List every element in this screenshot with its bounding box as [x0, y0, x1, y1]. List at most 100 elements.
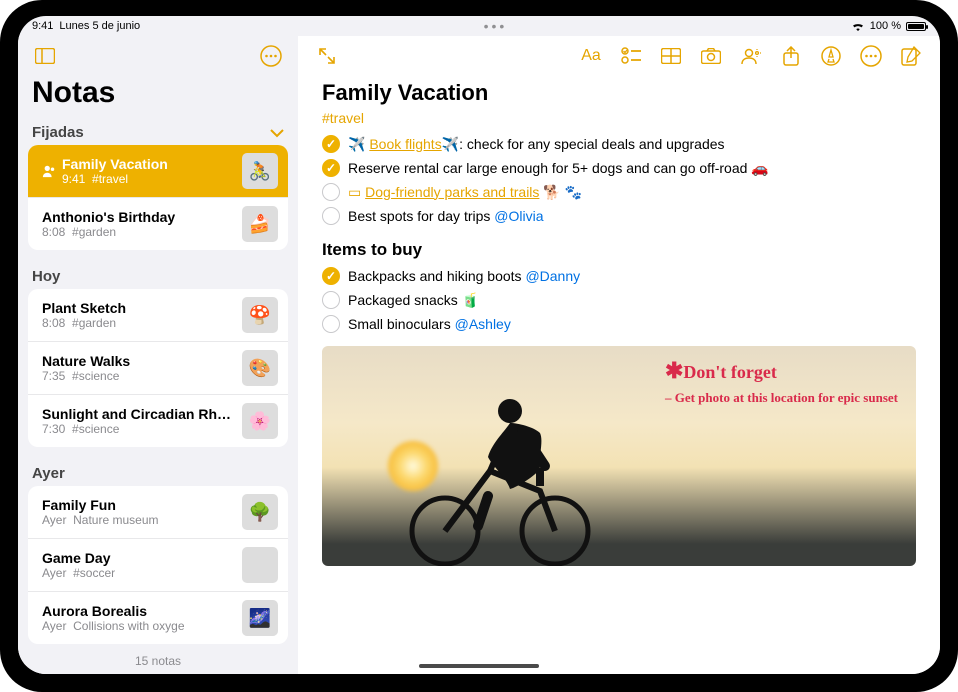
markup-icon[interactable]: [812, 41, 850, 71]
note-list-group: Family Vacation 9:41 #travel 🚴 Anthonio'…: [28, 145, 288, 250]
checklist-text: Packaged snacks 🧃: [348, 292, 479, 309]
check-circle[interactable]: [322, 291, 340, 309]
section-header: Ayer: [18, 459, 298, 486]
note-thumbnail: 🚴: [242, 153, 278, 189]
status-battery-pct: 100 %: [870, 20, 901, 32]
note-list-item[interactable]: Plant Sketch 8:08 #garden 🍄: [28, 289, 288, 342]
note-list-item[interactable]: Nature Walks 7:35 #science 🎨: [28, 342, 288, 395]
note-list-item[interactable]: Family Fun Ayer Nature museum 🌳: [28, 486, 288, 539]
sidebar-footer: 15 notas: [18, 646, 298, 674]
note-thumbnail: [242, 547, 278, 583]
checklist-item[interactable]: ▭ Dog-friendly parks and trails 🐕 🐾: [322, 180, 916, 204]
status-date: Lunes 5 de junio: [59, 20, 140, 32]
note-thumbnail: 🍄: [242, 297, 278, 333]
note-item-title: Sunlight and Circadian Rhy…: [42, 406, 236, 422]
note-list-item[interactable]: Aurora Borealis Ayer Collisions with oxy…: [28, 592, 288, 644]
checklist-item[interactable]: Best spots for day trips @Olivia: [322, 204, 916, 228]
section-header-label: Hoy: [32, 268, 60, 285]
note-pane: Aa: [298, 36, 940, 674]
note-item-title: Anthonio's Birthday: [42, 209, 236, 225]
multitask-dots[interactable]: •••: [140, 18, 851, 34]
ipad-frame: 9:41 Lunes 5 de junio ••• 100 %: [0, 0, 958, 692]
more-options-icon[interactable]: [256, 41, 286, 71]
mention[interactable]: @Olivia: [494, 208, 543, 224]
wifi-icon: [851, 21, 865, 32]
text-format-icon[interactable]: Aa: [572, 41, 610, 71]
camera-icon[interactable]: [692, 41, 730, 71]
check-circle[interactable]: [322, 207, 340, 225]
note-thumbnail: 🌸: [242, 403, 278, 439]
cyclist-silhouette: [390, 376, 610, 566]
share-icon[interactable]: [772, 41, 810, 71]
note-hashtag[interactable]: #travel: [322, 110, 916, 126]
screen: 9:41 Lunes 5 de junio ••• 100 %: [18, 16, 940, 674]
checklist-item[interactable]: Reserve rental car large enough for 5+ d…: [322, 156, 916, 180]
sidebar-toggle-icon[interactable]: [30, 41, 60, 71]
check-circle[interactable]: [322, 135, 340, 153]
compose-icon[interactable]: [892, 41, 930, 71]
note-item-title: Aurora Borealis: [42, 603, 236, 619]
checklist-text: Reserve rental car large enough for 5+ d…: [348, 160, 769, 177]
checklist-item[interactable]: ✈️ Book flights✈️: check for any special…: [322, 132, 916, 156]
mention[interactable]: @Danny: [525, 268, 580, 284]
status-time: 9:41: [32, 20, 53, 32]
check-circle[interactable]: [322, 315, 340, 333]
note-thumbnail: 🌳: [242, 494, 278, 530]
note-item-meta: Ayer Nature museum: [42, 513, 236, 527]
note-item-title: Nature Walks: [42, 353, 236, 369]
mention[interactable]: @Ashley: [455, 316, 511, 332]
checklist-text: ✈️ Book flights✈️: check for any special…: [348, 136, 725, 153]
shared-icon: [42, 164, 56, 178]
note-title: Family Vacation: [322, 80, 916, 106]
annotation-sub: – Get photo at this location for epic su…: [665, 390, 898, 406]
checklist-text: Backpacks and hiking boots @Danny: [348, 268, 580, 284]
note-thumbnail: 🌌: [242, 600, 278, 636]
checklist-text: Best spots for day trips @Olivia: [348, 208, 544, 224]
check-circle[interactable]: [322, 183, 340, 201]
note-item-meta: 8:08 #garden: [42, 316, 236, 330]
note-item-title: Game Day: [42, 550, 236, 566]
note-thumbnail: 🍰: [242, 206, 278, 242]
checklist-item[interactable]: Packaged snacks 🧃: [322, 288, 916, 312]
table-icon[interactable]: [652, 41, 690, 71]
checklist-item[interactable]: Backpacks and hiking boots @Danny: [322, 264, 916, 288]
status-bar: 9:41 Lunes 5 de junio ••• 100 %: [18, 16, 940, 36]
note-list-group: Plant Sketch 8:08 #garden 🍄 Nature Walks…: [28, 289, 288, 447]
note-list-item[interactable]: Sunlight and Circadian Rhy… 7:30 #scienc…: [28, 395, 288, 447]
checklist-text: ▭ Dog-friendly parks and trails 🐕 🐾: [348, 184, 582, 201]
note-item-meta: 7:30 #science: [42, 422, 236, 436]
note-item-meta: 9:41 #travel: [62, 172, 236, 186]
note-list-item[interactable]: Family Vacation 9:41 #travel 🚴: [28, 145, 288, 198]
editor-toolbar: Aa: [298, 36, 940, 76]
section-header[interactable]: Fijadas: [18, 118, 298, 145]
checklist-item[interactable]: Small binoculars @Ashley: [322, 312, 916, 336]
home-indicator[interactable]: [419, 664, 539, 668]
note-item-title: Plant Sketch: [42, 300, 236, 316]
collaborate-icon[interactable]: [732, 41, 770, 71]
note-link[interactable]: Book flights: [369, 136, 441, 152]
note-item-meta: 8:08 #garden: [42, 225, 236, 239]
chevron-down-icon[interactable]: [270, 128, 284, 138]
note-attachment-image[interactable]: ✱Don't forget – Get photo at this locati…: [322, 346, 916, 566]
note-list-item[interactable]: Anthonio's Birthday 8:08 #garden 🍰: [28, 198, 288, 250]
check-circle[interactable]: [322, 159, 340, 177]
note-link[interactable]: Dog-friendly parks and trails: [365, 184, 539, 200]
note-item-title: Family Vacation: [62, 156, 236, 172]
section-header-label: Fijadas: [32, 124, 84, 141]
note-list-item[interactable]: Game Day Ayer #soccer: [28, 539, 288, 592]
section-header-label: Ayer: [32, 465, 65, 482]
handwriting-annotation: ✱Don't forget – Get photo at this locati…: [665, 358, 898, 406]
check-circle[interactable]: [322, 267, 340, 285]
note-item-meta: 7:35 #science: [42, 369, 236, 383]
expand-icon[interactable]: [308, 41, 346, 71]
sidebar: Notas Fijadas Family Vacation 9:41 #trav…: [18, 36, 298, 674]
note-editor[interactable]: Family Vacation #travel ✈️ Book flights✈…: [298, 76, 940, 674]
note-subhead: Items to buy: [322, 240, 916, 260]
note-item-meta: Ayer Collisions with oxyge: [42, 619, 236, 633]
checklist-text: Small binoculars @Ashley: [348, 316, 511, 332]
more-icon[interactable]: [852, 41, 890, 71]
sidebar-title: Notas: [18, 76, 298, 118]
note-thumbnail: 🎨: [242, 350, 278, 386]
note-item-meta: Ayer #soccer: [42, 566, 236, 580]
checklist-icon[interactable]: [612, 41, 650, 71]
